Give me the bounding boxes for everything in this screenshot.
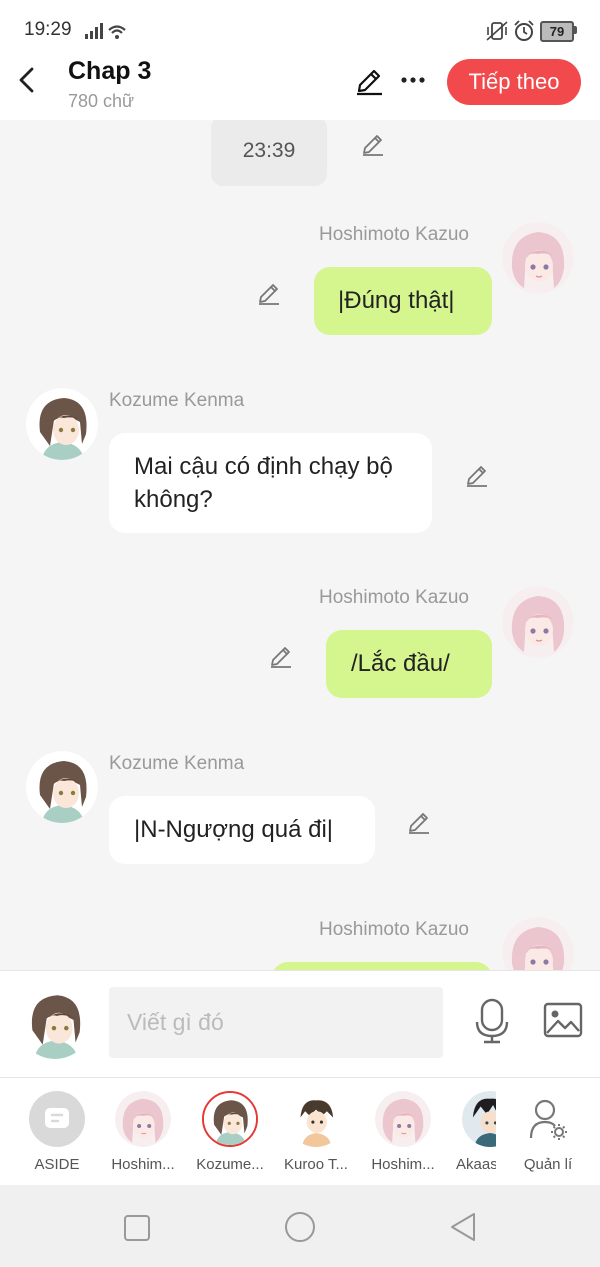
message-bubble[interactable]: |Đúng thật| [314, 267, 492, 335]
character-label: Hoshim... [371, 1156, 435, 1173]
back-arrow-icon[interactable] [14, 66, 42, 94]
word-count: 780 chữ [68, 91, 135, 111]
timestamp-chip: 23:39 [211, 120, 327, 186]
sender-name: Hoshimoto Kazuo [319, 587, 469, 608]
edit-message-icon[interactable] [256, 280, 282, 306]
character-label: Akaas [456, 1156, 496, 1173]
status-time: 19:29 [24, 19, 72, 40]
avatar-hoshimoto[interactable] [502, 222, 574, 294]
edit-pencil-icon[interactable] [354, 66, 384, 96]
manage-characters-button[interactable]: Quản lí [506, 1091, 590, 1173]
avatar-kozume[interactable] [26, 388, 98, 460]
signal-wifi-icon [85, 23, 126, 39]
back-nav-icon[interactable] [449, 1212, 477, 1242]
avatar-hoshimoto[interactable] [502, 586, 574, 658]
vibrate-icon [486, 21, 508, 41]
image-upload-icon[interactable] [543, 1002, 583, 1038]
home-icon[interactable] [284, 1211, 316, 1243]
microphone-icon[interactable] [474, 998, 510, 1044]
character-label: Kozume... [196, 1156, 264, 1173]
recent-apps-icon[interactable] [123, 1214, 151, 1242]
sender-name: Hoshimoto Kazuo [319, 224, 469, 245]
pink-hair-avatar [115, 1091, 171, 1147]
edit-message-icon[interactable] [406, 809, 432, 835]
dark-hair-avatar [288, 1091, 344, 1147]
character-hoshimoto[interactable]: Hoshim... [101, 1091, 185, 1173]
battery-tip [574, 26, 577, 34]
message-bubble[interactable]: Mai cậu có định chạy bộ không? [109, 433, 432, 533]
sender-name: Hoshimoto Kazuo [319, 919, 469, 940]
sender-name: Kozume Kenma [109, 390, 245, 411]
current-speaker-avatar[interactable] [18, 985, 92, 1059]
avatar-kozume[interactable] [26, 751, 98, 823]
brown-hair-avatar [202, 1091, 258, 1147]
black-hair-avatar [462, 1091, 496, 1147]
message-input[interactable] [109, 987, 443, 1058]
character-aside[interactable]: ASIDE [15, 1091, 99, 1173]
battery-indicator: 79 [540, 21, 574, 42]
message-bubble[interactable]: |N-Ngượng quá đi| [109, 796, 375, 864]
next-chapter-button[interactable]: Tiếp theo [447, 59, 581, 105]
character-kozume[interactable]: Kozume... [188, 1091, 272, 1173]
page-title: Chap 3 [68, 57, 152, 85]
more-options-icon[interactable] [400, 75, 426, 85]
message-bubble[interactable] [272, 962, 492, 970]
character-label: Kuroo T... [284, 1156, 348, 1173]
edit-message-icon[interactable] [268, 643, 294, 669]
alarm-icon [514, 20, 534, 41]
character-label: Hoshim... [111, 1156, 175, 1173]
character-hoshimoto-2[interactable]: Hoshim... [361, 1091, 445, 1173]
message-bubble[interactable]: /Lắc đầu/ [326, 630, 492, 698]
edit-message-icon[interactable] [464, 462, 490, 488]
manage-user-icon [520, 1091, 576, 1147]
aside-icon [29, 1091, 85, 1147]
avatar-hoshimoto[interactable] [502, 917, 574, 970]
sender-name: Kozume Kenma [109, 753, 245, 774]
character-label: ASIDE [34, 1156, 80, 1173]
edit-message-icon[interactable] [360, 131, 386, 157]
character-kuroo[interactable]: Kuroo T... [274, 1091, 358, 1173]
chat-area[interactable]: 23:39 Hoshimoto Kazuo |Đúng thật| Kozume… [0, 120, 600, 970]
character-label: Quản lí [523, 1156, 573, 1173]
pink-hair-avatar [375, 1091, 431, 1147]
character-akaashi[interactable]: Akaas [448, 1091, 496, 1173]
